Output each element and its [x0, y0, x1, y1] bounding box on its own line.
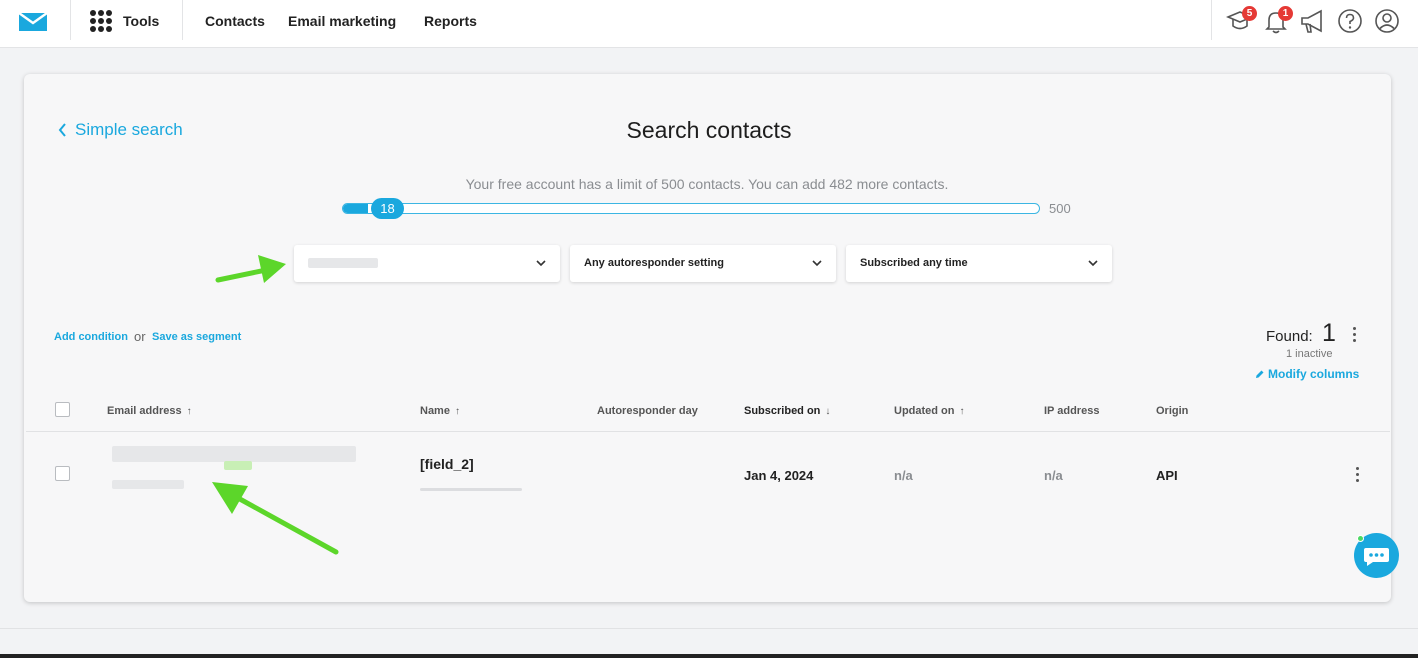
sort-icon: ↓: [825, 406, 831, 417]
found-label: Found:: [1266, 328, 1313, 345]
redacted-list-name: [308, 258, 378, 268]
modify-columns-label: Modify columns: [1268, 367, 1360, 381]
contact-count-badge: 18: [371, 198, 404, 219]
contact-limit-max: 500: [1049, 201, 1071, 216]
select-all-checkbox[interactable]: [55, 402, 70, 417]
column-origin[interactable]: Origin: [1156, 405, 1193, 417]
add-condition-link[interactable]: Add condition: [54, 331, 128, 343]
contact-name: [field_2]: [420, 456, 474, 472]
column-label: Updated on: [894, 405, 955, 417]
list-select[interactable]: [294, 245, 560, 282]
annotation-arrow-icon: [212, 482, 339, 555]
contact-origin: API: [1156, 468, 1178, 483]
account-button[interactable]: [1373, 7, 1401, 35]
redacted-name-detail: [420, 488, 522, 491]
column-ip-address[interactable]: IP address: [1044, 405, 1104, 417]
column-label: IP address: [1044, 405, 1100, 417]
redacted-email: [112, 446, 356, 462]
subscribed-date-select-value: Subscribed any time: [860, 257, 968, 269]
learning-badge: 5: [1242, 6, 1257, 21]
user-icon: [1375, 9, 1399, 33]
contact-ip-address: n/a: [1044, 468, 1063, 483]
nav-divider: [1211, 0, 1212, 40]
nav-divider: [70, 0, 71, 40]
column-updated-on[interactable]: Updated on ↑: [894, 405, 965, 417]
autoresponder-select-value: Any autoresponder setting: [584, 257, 724, 269]
learning-button[interactable]: 5: [1225, 6, 1257, 35]
sort-icon: ↑: [959, 406, 965, 417]
contact-limit-bar: [342, 203, 1040, 214]
table-header-divider: [26, 431, 1390, 432]
redacted-email-detail: [112, 480, 184, 489]
help-button[interactable]: [1336, 7, 1364, 35]
redacted-email: [224, 461, 252, 470]
footer-divider: [0, 628, 1418, 629]
column-subscribed-on[interactable]: Subscribed on ↓: [744, 405, 830, 417]
column-label: Origin: [1156, 405, 1189, 417]
column-name[interactable]: Name ↑: [420, 405, 460, 417]
announcements-button[interactable]: [1299, 7, 1327, 35]
column-label: Autoresponder day: [597, 405, 698, 417]
column-label: Name: [420, 405, 450, 417]
row-menu-icon[interactable]: [1354, 467, 1360, 482]
nav-link-reports[interactable]: Reports: [424, 13, 477, 29]
chevron-down-icon: [1088, 260, 1098, 267]
top-navigation: Tools Contacts Email marketing Reports 5…: [0, 0, 1418, 48]
bottom-edge: [0, 654, 1418, 658]
envelope-logo-icon[interactable]: [18, 12, 48, 32]
subscribed-date-select[interactable]: Subscribed any time: [846, 245, 1112, 282]
save-as-segment-link[interactable]: Save as segment: [152, 331, 241, 343]
nav-divider: [182, 0, 183, 40]
annotation-arrow-icon: [215, 255, 286, 283]
found-count: 1: [1322, 319, 1336, 347]
page-title: Search contacts: [626, 117, 792, 143]
sort-icon: ↑: [454, 406, 460, 417]
contact-subscribed-on: Jan 4, 2024: [744, 468, 814, 483]
contact-limit-text: Your free account has a limit of 500 con…: [465, 176, 949, 192]
chevron-down-icon: [536, 260, 546, 267]
inactive-count: 1 inactive: [1286, 348, 1333, 360]
column-label: Subscribed on: [744, 405, 821, 417]
notifications-button[interactable]: 1: [1262, 6, 1293, 35]
help-icon: [1338, 9, 1362, 33]
chat-online-indicator: [1357, 535, 1364, 542]
tools-menu[interactable]: Tools: [123, 13, 159, 29]
modify-columns-link[interactable]: Modify columns: [1255, 367, 1359, 381]
row-checkbox[interactable]: [55, 466, 70, 481]
contact-limit-fill: [343, 204, 369, 213]
autoresponder-select[interactable]: Any autoresponder setting: [570, 245, 836, 282]
conditions-or-text: or: [134, 329, 146, 344]
apps-grid-icon[interactable]: [90, 10, 112, 32]
sort-icon: ↑: [186, 406, 192, 417]
column-email-address[interactable]: Email address ↑: [107, 405, 192, 417]
notifications-badge: 1: [1278, 6, 1293, 21]
column-autoresponder-day[interactable]: Autoresponder day: [597, 405, 703, 417]
chevron-down-icon: [812, 260, 822, 267]
nav-link-email-marketing[interactable]: Email marketing: [288, 13, 396, 29]
pencil-icon: [1256, 370, 1264, 378]
column-label: Email address: [107, 405, 182, 417]
nav-link-contacts[interactable]: Contacts: [205, 13, 265, 29]
results-menu-icon[interactable]: [1351, 327, 1357, 342]
contact-updated-on: n/a: [894, 468, 913, 483]
megaphone-icon: [1301, 9, 1322, 33]
